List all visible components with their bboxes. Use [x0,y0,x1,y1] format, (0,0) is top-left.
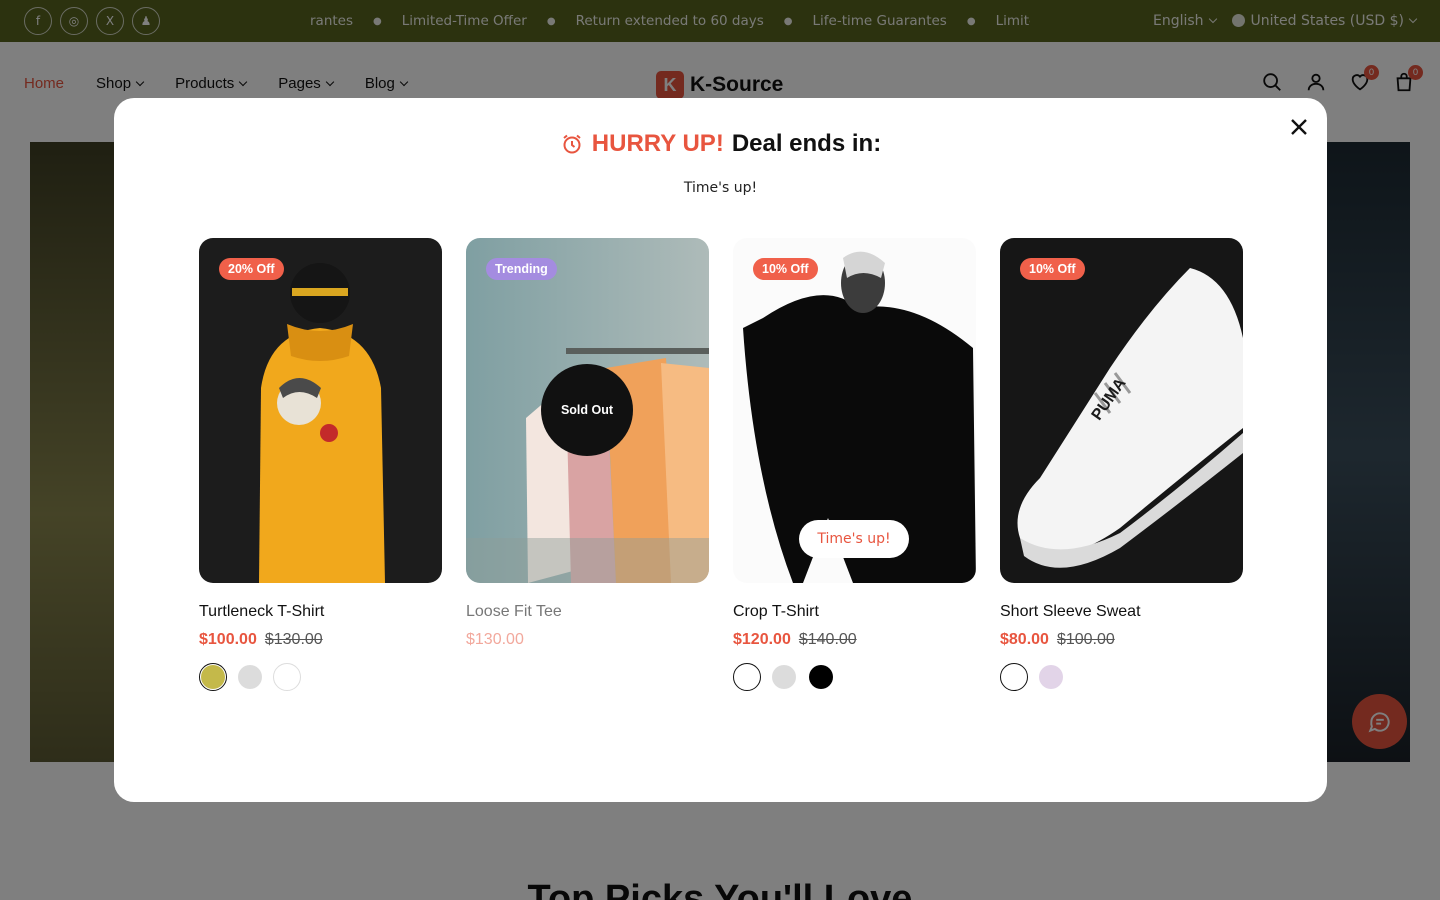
product-card[interactable]: 10% Off Time's up! Crop T-Shirt $120.00 … [733,238,976,691]
product-price: $130.00 [466,631,524,648]
product-prices: $80.00 $100.00 [1000,631,1243,649]
sale-price: $100.00 [199,631,257,648]
hurry-text: HURRY UP! [591,130,724,157]
color-swatches [1000,663,1243,691]
color-swatch[interactable] [273,663,301,691]
alarm-clock-icon [563,134,581,154]
color-swatch[interactable] [236,663,264,691]
sale-price: $120.00 [733,631,791,648]
original-price: $130.00 [264,631,323,648]
product-image[interactable]: 20% Off [199,238,442,583]
product-name[interactable]: Loose Fit Tee [466,603,709,621]
product-name[interactable]: Short Sleeve Sweat [1000,603,1243,621]
product-prices: $100.00 $130.00 [199,631,442,649]
product-image[interactable]: PUMA 10% Off [1000,238,1243,583]
deal-popup: HURRY UP! Deal ends in: Time's up! 20% O… [114,98,1327,802]
product-prices: $130.00 [466,631,709,649]
color-swatch[interactable] [199,663,227,691]
color-swatch[interactable] [770,663,798,691]
product-name[interactable]: Crop T-Shirt [733,603,976,621]
countdown-pill: Time's up! [799,520,909,558]
original-price: $100.00 [1056,631,1115,648]
product-grid: 20% Off Turtleneck T-Shirt $100.00 $130.… [199,238,1243,691]
product-card[interactable]: Trending Sold Out Loose Fit Tee $130.00 [466,238,709,691]
sale-price: $80.00 [1000,631,1049,648]
trending-badge: Trending [486,258,557,280]
product-image[interactable]: Trending Sold Out [466,238,709,583]
color-swatch[interactable] [1000,663,1028,691]
product-card[interactable]: PUMA 10% Off Short Sleeve Sweat $80.00 $… [1000,238,1243,691]
product-prices: $120.00 $140.00 [733,631,976,649]
color-swatch[interactable] [733,663,761,691]
color-swatch[interactable] [807,663,835,691]
product-name[interactable]: Turtleneck T-Shirt [199,603,442,621]
product-card[interactable]: 20% Off Turtleneck T-Shirt $100.00 $130.… [199,238,442,691]
popup-title: HURRY UP! Deal ends in: [114,130,1327,158]
discount-badge: 20% Off [219,258,284,280]
original-price: $140.00 [798,631,857,648]
discount-badge: 10% Off [753,258,818,280]
product-image[interactable]: 10% Off Time's up! [733,238,976,583]
color-swatches [199,663,442,691]
countdown-status: Time's up! [683,180,758,196]
color-swatch[interactable] [1037,663,1065,691]
deal-ends-text: Deal ends in: [731,130,882,157]
color-swatches [733,663,976,691]
discount-badge: 10% Off [1020,258,1085,280]
sold-out-badge: Sold Out [541,364,633,456]
